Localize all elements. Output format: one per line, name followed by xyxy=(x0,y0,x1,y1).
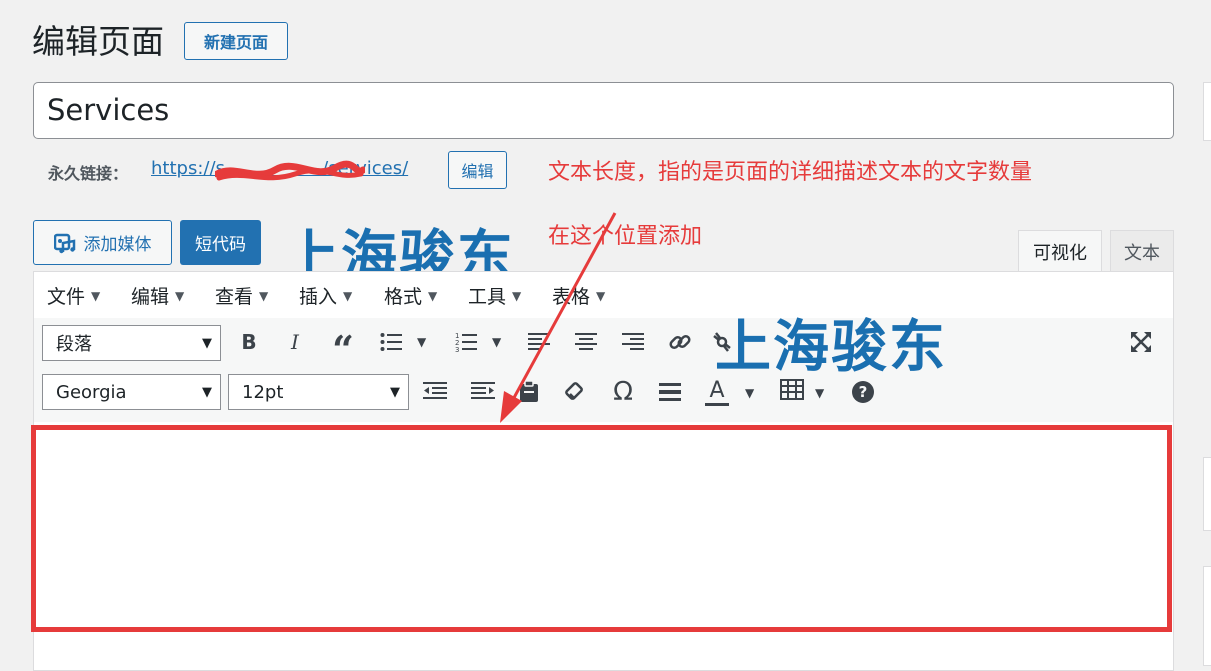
watermark-text: 上海骏东 xyxy=(715,315,947,380)
add-media-label: 添加媒体 xyxy=(83,235,152,255)
link-icon xyxy=(669,334,691,350)
sidebar-panel xyxy=(1203,82,1211,141)
page-title: 编辑页面 xyxy=(32,22,164,61)
menu-edit[interactable]: 编辑 ▼ xyxy=(131,282,184,309)
tab-visual[interactable]: 可视化 xyxy=(1018,230,1102,272)
format-select-value: 段落 xyxy=(56,334,92,355)
font-size-select[interactable]: 12pt ▼ xyxy=(228,374,409,410)
bold-icon: B xyxy=(241,330,257,354)
menu-file-label: 文件 xyxy=(47,286,86,308)
media-icon xyxy=(53,233,75,253)
redaction-scribble xyxy=(215,160,365,181)
svg-text:3: 3 xyxy=(455,346,459,352)
horizontal-rule-icon xyxy=(659,383,681,401)
chevron-down-icon: ▼ xyxy=(259,288,269,303)
chevron-down-icon[interactable]: ▼ xyxy=(815,386,824,400)
shortcode-button[interactable]: 短代码 xyxy=(180,220,261,265)
menu-format[interactable]: 格式 ▼ xyxy=(384,282,437,309)
font-size-value: 12pt xyxy=(242,381,284,403)
menu-format-label: 格式 xyxy=(384,286,423,308)
link-button[interactable] xyxy=(663,325,697,359)
chevron-down-icon[interactable]: ▼ xyxy=(417,335,426,349)
numbered-list-icon: 123 xyxy=(455,332,477,352)
permalink-label: 永久链接： xyxy=(48,164,129,183)
menu-insert-label: 插入 xyxy=(299,286,338,308)
bullet-list-icon xyxy=(380,333,402,351)
numbered-list-button[interactable]: 123 xyxy=(449,325,483,359)
chevron-down-icon: ▼ xyxy=(202,335,212,351)
chevron-down-icon: ▼ xyxy=(343,288,353,303)
format-select[interactable]: 段落 ▼ xyxy=(42,325,221,361)
menu-view-label: 查看 xyxy=(215,286,254,308)
fullscreen-button[interactable] xyxy=(1124,325,1158,359)
font-family-select[interactable]: Georgia ▼ xyxy=(42,374,221,410)
fullscreen-icon xyxy=(1131,332,1151,352)
sidebar-panel xyxy=(1203,566,1211,666)
sidebar-panel xyxy=(1203,457,1211,531)
bold-button[interactable]: B xyxy=(232,325,266,359)
chevron-down-icon: ▼ xyxy=(175,288,185,303)
italic-button[interactable]: I xyxy=(278,325,312,359)
outdent-button[interactable] xyxy=(418,375,452,409)
chevron-down-icon: ▼ xyxy=(428,288,438,303)
annotation-arrow-icon xyxy=(500,212,617,423)
help-icon: ? xyxy=(852,381,874,403)
outdent-icon xyxy=(423,382,447,399)
menu-view[interactable]: 查看 ▼ xyxy=(215,282,268,309)
blockquote-icon: “ xyxy=(332,326,354,372)
italic-icon: I xyxy=(291,330,299,354)
chevron-down-icon: ▼ xyxy=(390,384,400,400)
post-title-input[interactable]: Services xyxy=(33,82,1174,139)
horizontal-rule-button[interactable] xyxy=(653,375,687,409)
bullet-list-button[interactable] xyxy=(374,325,408,359)
menu-file[interactable]: 文件 ▼ xyxy=(47,282,100,309)
chevron-down-icon: ▼ xyxy=(91,288,101,303)
new-page-button[interactable]: 新建页面 xyxy=(184,22,288,60)
permalink-edit-button[interactable]: 编辑 xyxy=(448,151,507,189)
tab-text[interactable]: 文本 xyxy=(1110,230,1174,272)
menu-insert[interactable]: 插入 ▼ xyxy=(299,282,352,309)
chevron-down-icon[interactable]: ▼ xyxy=(745,386,754,400)
font-family-value: Georgia xyxy=(56,381,127,403)
chevron-down-icon: ▼ xyxy=(202,384,212,400)
text-color-bar xyxy=(705,402,729,406)
blockquote-button[interactable]: “ xyxy=(326,325,360,372)
menu-edit-label: 编辑 xyxy=(131,286,170,308)
add-media-button[interactable]: 添加媒体 xyxy=(33,220,172,265)
annotation-text-length: 文本长度，指的是页面的详细描述文本的文字数量 xyxy=(548,160,1033,185)
editor-content-area[interactable] xyxy=(31,425,1172,632)
